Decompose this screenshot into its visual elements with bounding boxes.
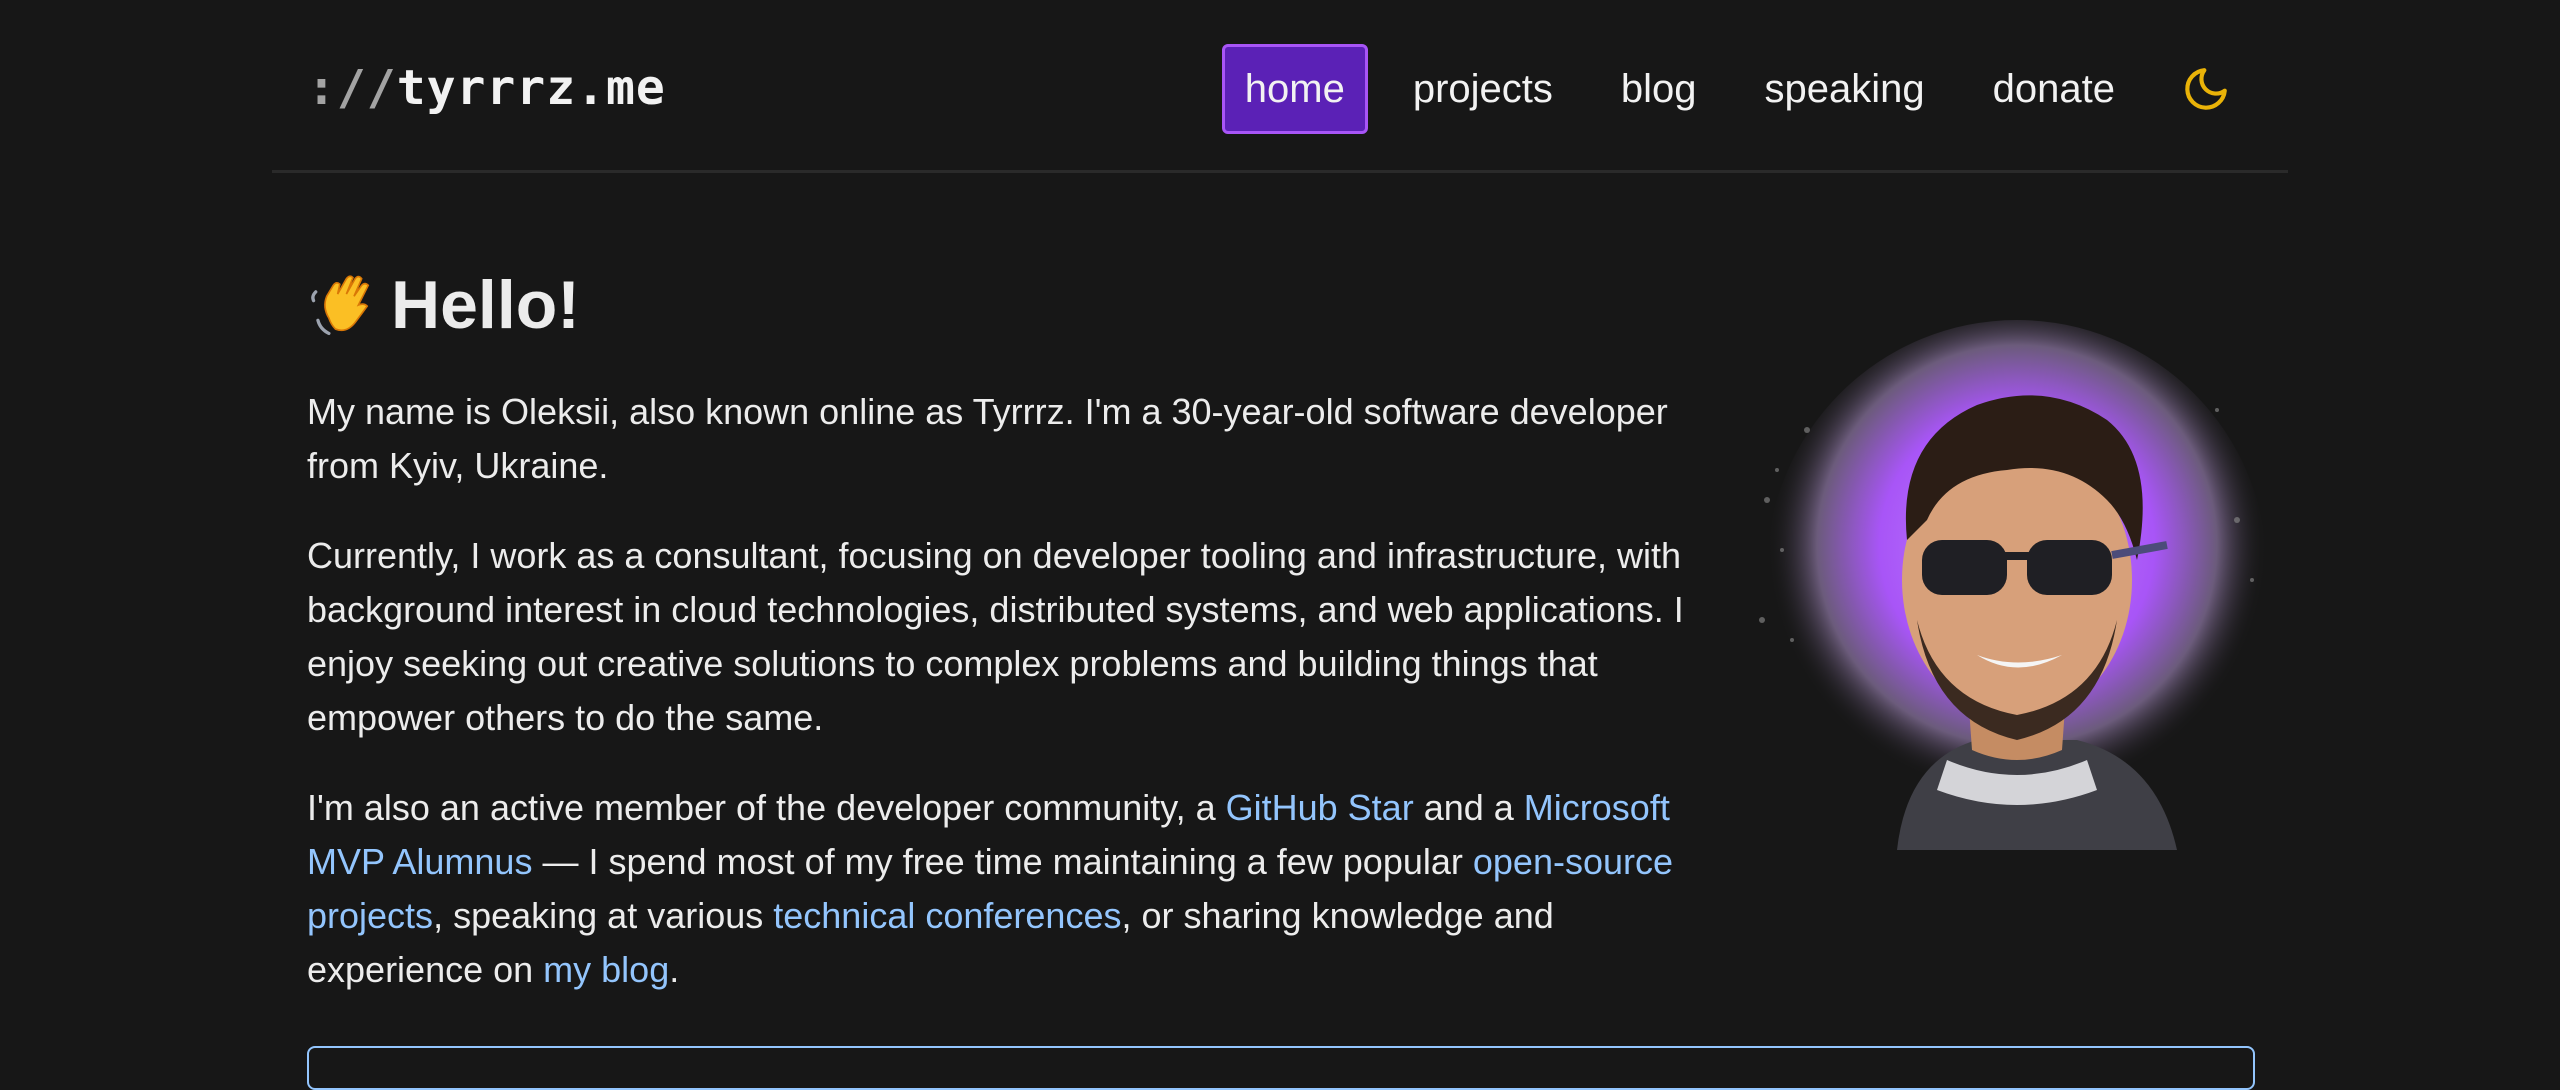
avatar (1759, 320, 2267, 850)
intro-paragraph: My name is Oleksii, also known online as… (307, 391, 1668, 486)
text-segment: — I spend most of my free time maintaini… (532, 841, 1473, 882)
main-content: Hello! My name is Oleksii, also known on… (307, 265, 1687, 997)
page-container: ://tyrrrz.me home projects blog speaking… (272, 0, 2288, 1090)
nav-speaking[interactable]: speaking (1742, 44, 1948, 134)
page-title: Hello! (307, 265, 1687, 345)
technical-conferences-link[interactable]: technical conferences (773, 895, 1121, 936)
text-segment: and a (1413, 787, 1524, 828)
logo-prefix: :// (307, 60, 397, 116)
community-paragraph: I'm also an active member of the develop… (307, 781, 1687, 997)
waving-hand-icon (311, 275, 370, 336)
main-nav: home projects blog speaking donate (1221, 44, 2236, 134)
github-star-link[interactable]: GitHub Star (1226, 787, 1414, 828)
site-header: ://tyrrrz.me home projects blog speaking… (272, 0, 2288, 173)
my-blog-link[interactable]: my blog (543, 949, 669, 990)
moon-icon (2185, 68, 2227, 110)
work-paragraph: Currently, I work as a consultant, focus… (307, 535, 1684, 738)
nav-home[interactable]: home (1221, 44, 1368, 134)
theme-toggle-button[interactable] (2176, 59, 2236, 119)
nav-projects[interactable]: projects (1390, 44, 1576, 134)
text-segment: . (669, 949, 680, 990)
page-title-text: Hello! (391, 267, 580, 343)
logo-name: tyrrrz.me (396, 60, 666, 116)
info-box (307, 1046, 2255, 1090)
site-logo[interactable]: ://tyrrrz.me (307, 60, 666, 116)
text-segment: , speaking at various (433, 895, 774, 936)
text-segment: I'm also an active member of the develop… (307, 787, 1226, 828)
nav-blog[interactable]: blog (1598, 44, 1720, 134)
nav-donate[interactable]: donate (1970, 44, 2138, 134)
